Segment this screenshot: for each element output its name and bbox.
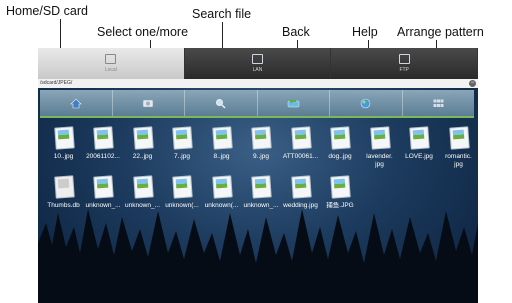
file-item[interactable]: 捕鱼.JPG (321, 173, 360, 210)
file-name: 捕鱼.JPG (326, 202, 354, 209)
file-name: lavender. jpg (366, 153, 393, 168)
arrange-icon (433, 99, 444, 107)
file-item[interactable]: lavender. jpg (360, 124, 399, 169)
db-file-icon (53, 175, 75, 199)
image-file-icon (369, 126, 391, 150)
image-file-icon (172, 175, 193, 199)
computer-icon (105, 54, 117, 64)
path-bar: /sdcard/JPEG/ − (38, 79, 478, 88)
file-item[interactable]: LOVE.jpg (400, 124, 439, 169)
file-item[interactable]: ATT00061... (281, 124, 320, 169)
file-item[interactable]: Thumbs.db (44, 173, 83, 210)
file-item[interactable]: unknown_... (84, 173, 123, 210)
file-row-2: Thumbs.db unknown_... unknown_... unknow… (44, 173, 474, 210)
file-name: 10..jpg (53, 153, 74, 160)
location-tabs: Local LAN FTP (38, 48, 478, 79)
image-file-icon (132, 126, 154, 150)
tab-ftp-label: FTP (399, 67, 409, 73)
callout-arrange: Arrange pattern (397, 25, 484, 39)
file-name: 9..jpg (253, 153, 269, 160)
home-icon (70, 98, 82, 108)
arrange-button[interactable] (403, 90, 475, 116)
back-button[interactable] (258, 90, 330, 116)
file-name: wedding.jpg (283, 202, 318, 209)
close-icon[interactable]: − (469, 80, 476, 87)
file-manager-screen: Local LAN FTP /sdcard/JPEG/ − 10..jpg 20… (38, 48, 478, 303)
server-icon (398, 54, 410, 64)
help-icon (360, 98, 371, 108)
toolbar (40, 90, 474, 118)
image-file-icon (172, 126, 193, 150)
file-item[interactable]: 20061102... (84, 124, 123, 169)
file-row-1: 10..jpg 20061102... 22..jpg 7..jpg 8..jp… (44, 124, 474, 169)
file-item[interactable]: 22..jpg (123, 124, 162, 169)
tab-local[interactable]: Local (38, 48, 185, 79)
file-name: unknown_... (243, 202, 279, 209)
tab-ftp[interactable]: FTP (331, 48, 478, 79)
file-item[interactable]: unknown(... (202, 173, 241, 210)
callout-back: Back (282, 25, 310, 39)
file-item[interactable]: 9..jpg (242, 124, 281, 169)
image-file-icon (211, 126, 233, 150)
file-name: 8..jpg (213, 153, 230, 160)
file-grid: 10..jpg 20061102... 22..jpg 7..jpg 8..jp… (44, 124, 474, 210)
image-file-icon (251, 126, 272, 150)
file-item[interactable]: unknown_... (242, 173, 281, 210)
file-item[interactable]: 10..jpg (44, 124, 83, 169)
home-button[interactable] (40, 90, 113, 116)
select-icon (142, 99, 154, 108)
select-button[interactable] (113, 90, 185, 116)
image-file-icon (290, 175, 312, 199)
tab-local-label: Local (104, 67, 117, 73)
back-icon (287, 98, 299, 108)
file-item[interactable]: unknown_... (123, 173, 162, 210)
search-icon (216, 98, 226, 109)
tab-lan-label: LAN (252, 67, 263, 73)
file-name: unknown(... (204, 202, 239, 209)
file-name: 20061102... (86, 153, 120, 160)
file-name: dog..jpg (328, 153, 352, 160)
file-name: romantic. jpg (445, 153, 472, 168)
file-name: unknown(... (165, 202, 199, 209)
file-item[interactable]: dog..jpg (321, 124, 360, 169)
callout-home: Home/SD card (6, 4, 88, 18)
tab-lan[interactable]: LAN (184, 48, 332, 79)
search-button[interactable] (185, 90, 258, 116)
file-name: unknown_... (124, 202, 161, 209)
image-file-icon (251, 175, 272, 199)
file-name: LOVE.jpg (405, 153, 433, 160)
image-file-icon (93, 175, 114, 199)
file-item[interactable]: unknown(... (163, 173, 202, 210)
help-button[interactable] (330, 90, 403, 116)
file-name: ATT00061... (282, 153, 319, 160)
file-item[interactable]: 7..jpg (163, 124, 202, 169)
current-path: /sdcard/JPEG/ (40, 80, 73, 86)
image-file-icon (330, 126, 351, 150)
file-name: 22..jpg (132, 153, 153, 160)
file-item[interactable]: 8..jpg (202, 124, 241, 169)
image-file-icon (53, 126, 75, 150)
image-file-icon (448, 126, 470, 150)
callout-search: Search file (192, 7, 252, 21)
image-file-icon (290, 126, 312, 150)
file-item[interactable]: romantic. jpg (439, 124, 478, 169)
image-file-icon (211, 175, 233, 199)
image-file-icon (409, 126, 430, 150)
file-item[interactable]: wedding.jpg (281, 173, 320, 210)
network-icon (252, 54, 263, 64)
image-file-icon (93, 126, 114, 150)
image-file-icon (132, 175, 154, 199)
file-name: 7..jpg (174, 153, 190, 160)
callout-help: Help (352, 25, 378, 39)
file-name: unknown_... (85, 202, 121, 209)
image-file-icon (330, 175, 351, 199)
file-name: Thumbs.db (47, 202, 80, 209)
callout-select: Select one/more (97, 25, 189, 39)
